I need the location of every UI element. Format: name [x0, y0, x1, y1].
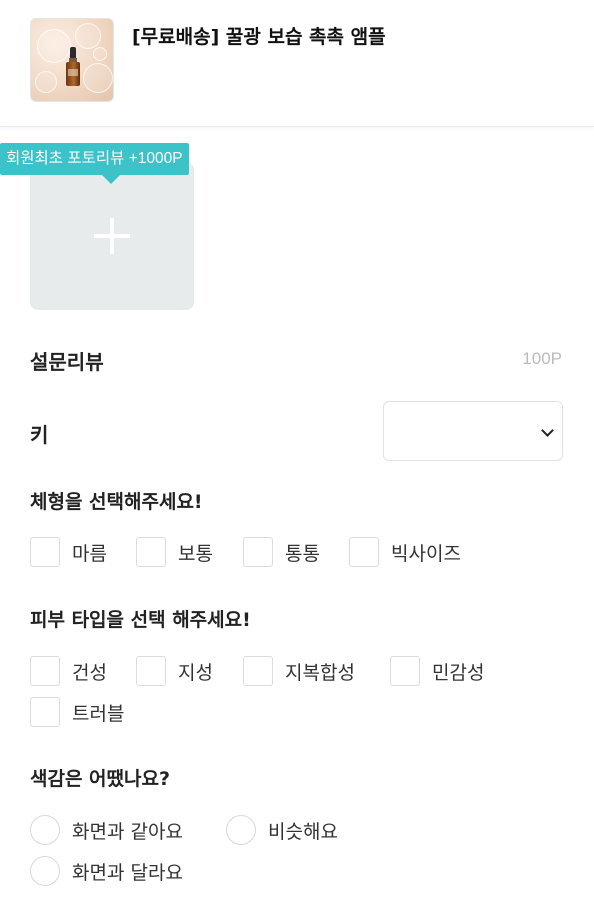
skin-type-option[interactable]: 민감성: [390, 655, 484, 687]
survey-points: 100P: [522, 349, 562, 368]
body-type-option[interactable]: 빅사이즈: [349, 536, 461, 568]
skin-type-option[interactable]: 지성: [136, 655, 213, 687]
option-label: 마름: [72, 542, 107, 565]
checkbox[interactable]: [30, 537, 60, 567]
color-option[interactable]: 화면과 달라요: [30, 855, 183, 887]
body-type-option[interactable]: 보통: [136, 536, 213, 568]
color-question: 색감은 어땠나요?: [30, 768, 170, 790]
height-label: 키: [30, 423, 49, 447]
checkbox[interactable]: [30, 697, 60, 727]
color-option[interactable]: 비슷해요: [226, 814, 338, 846]
badge-pointer: [102, 175, 120, 184]
plus-icon: [94, 218, 130, 254]
option-label: 화면과 달라요: [72, 861, 183, 884]
add-photo-button[interactable]: [30, 162, 194, 310]
height-select[interactable]: [383, 401, 563, 461]
checkbox[interactable]: [30, 656, 60, 686]
skin-type-option[interactable]: 건성: [30, 655, 107, 687]
radio-button[interactable]: [30, 815, 60, 845]
option-label: 지성: [178, 661, 213, 684]
skin-type-option[interactable]: 지복합성: [243, 655, 355, 687]
checkbox[interactable]: [243, 656, 273, 686]
product-thumbnail[interactable]: [30, 18, 114, 102]
product-title: [무료배송] 꿀광 보습 촉촉 앰플: [132, 26, 386, 48]
option-label: 화면과 같아요: [72, 820, 183, 843]
option-label: 건성: [72, 661, 107, 684]
skin-type-option[interactable]: 트러블: [30, 696, 124, 728]
skin-type-question: 피부 타입을 선택 해주세요!: [30, 609, 251, 631]
color-option[interactable]: 화면과 같아요: [30, 814, 183, 846]
option-label: 비슷해요: [268, 820, 338, 843]
option-label: 통통: [285, 542, 320, 565]
body-type-option[interactable]: 통통: [243, 536, 320, 568]
checkbox[interactable]: [243, 537, 273, 567]
product-header: [무료배송] 꿀광 보습 촉촉 앰플: [0, 0, 594, 127]
chevron-down-icon: [541, 424, 554, 437]
body-type-question: 체형을 선택해주세요!: [30, 491, 203, 513]
option-label: 빅사이즈: [391, 542, 461, 565]
option-label: 지복합성: [285, 661, 355, 684]
checkbox[interactable]: [390, 656, 420, 686]
checkbox[interactable]: [136, 537, 166, 567]
checkbox[interactable]: [136, 656, 166, 686]
option-label: 보통: [178, 542, 213, 565]
photo-review-points-badge: 회원최초 포토리뷰 +1000P: [0, 143, 189, 175]
survey-review-title: 설문리뷰: [30, 350, 104, 374]
option-label: 트러블: [72, 702, 125, 725]
checkbox[interactable]: [349, 537, 379, 567]
body-type-option[interactable]: 마름: [30, 536, 107, 568]
radio-button[interactable]: [30, 856, 60, 886]
option-label: 민감성: [432, 661, 485, 684]
radio-button[interactable]: [226, 815, 256, 845]
